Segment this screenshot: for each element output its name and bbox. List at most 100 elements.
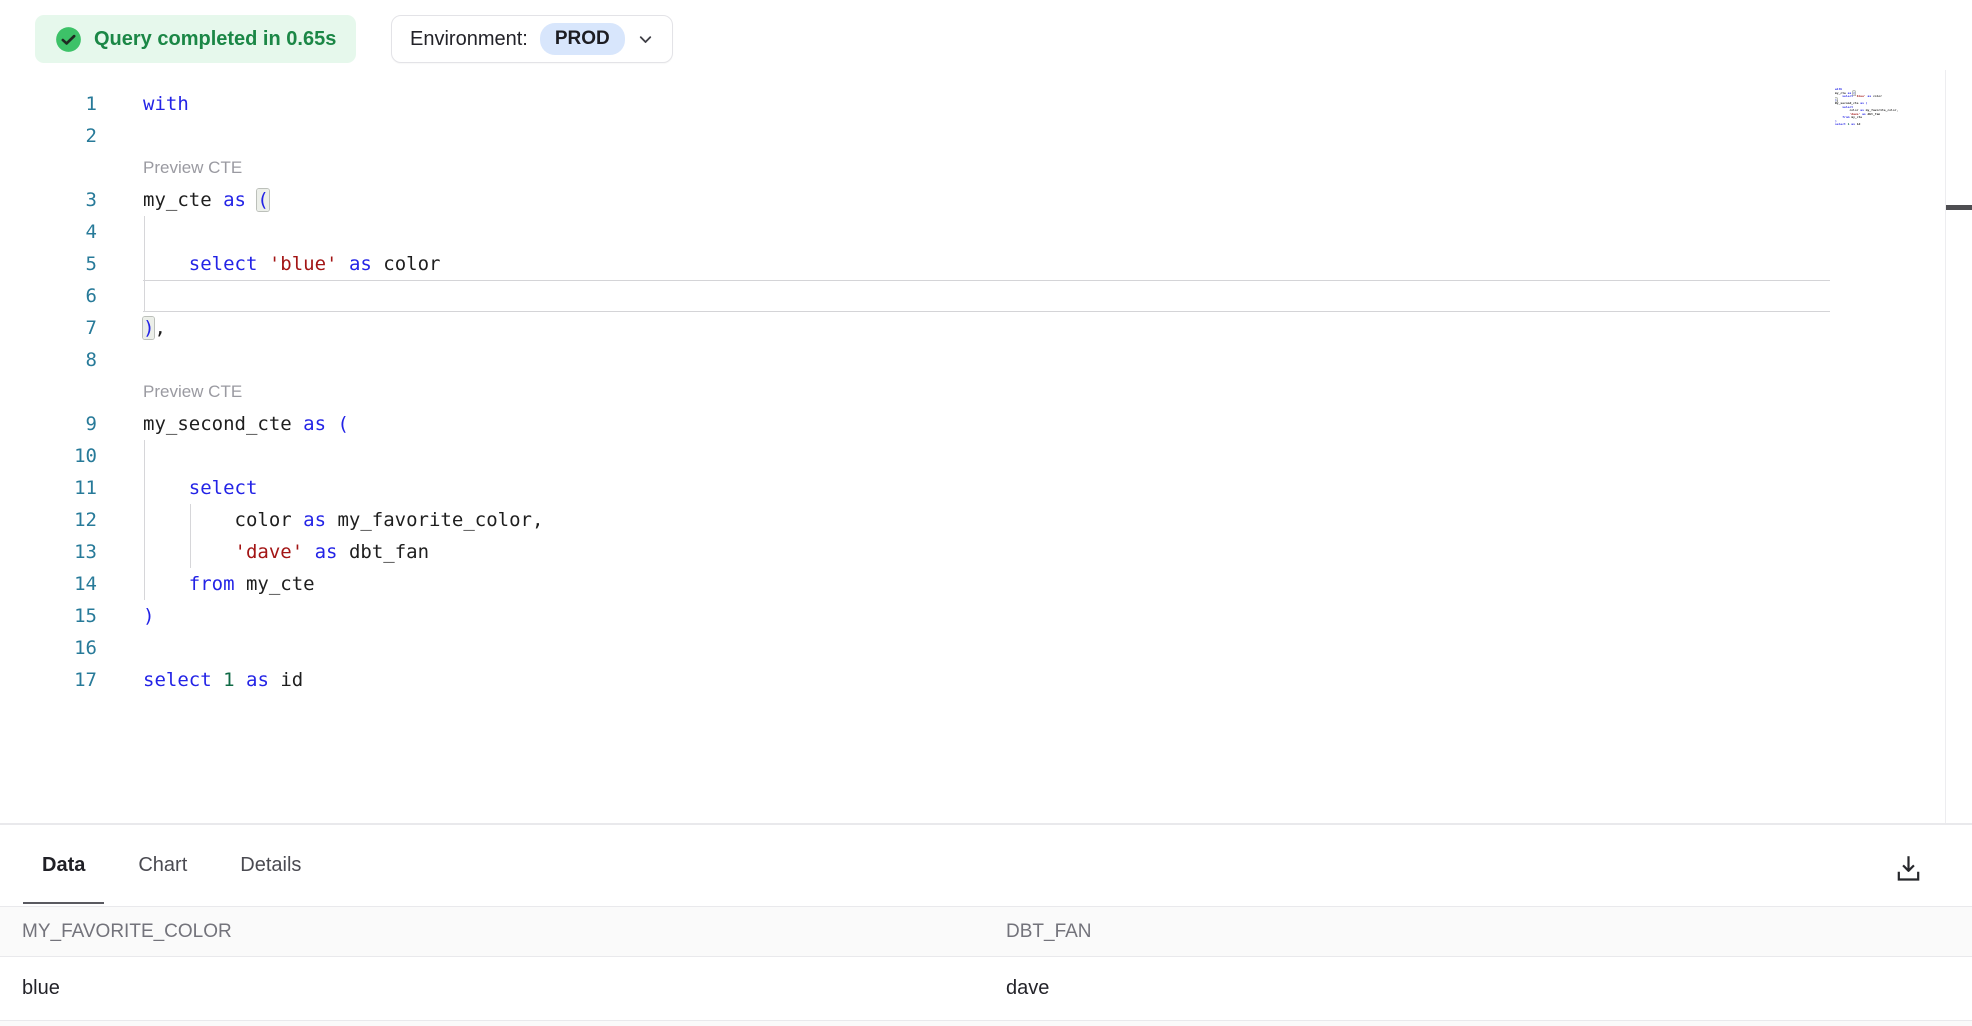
editor-line: 17 select 1 as id xyxy=(0,664,1972,696)
editor-line: 9 my_second_cte as ( xyxy=(0,408,1972,440)
code-token xyxy=(143,541,235,563)
line-number[interactable]: 12 xyxy=(0,504,97,536)
environment-selector[interactable]: Environment: PROD xyxy=(391,15,673,63)
code-line[interactable]: with xyxy=(143,88,1830,120)
code-token: 'dave' xyxy=(235,541,304,563)
table-body: bluedave xyxy=(0,957,1972,1021)
chevron-down-icon xyxy=(637,31,654,48)
code-line[interactable]: my_second_cte as ( xyxy=(143,408,1830,440)
code-line[interactable] xyxy=(143,440,1830,472)
indent-guide-line xyxy=(190,504,191,536)
indent-guide-line xyxy=(144,536,145,568)
code-line[interactable] xyxy=(143,216,1830,248)
table-row: bluedave xyxy=(0,957,1972,1021)
line-number[interactable]: 14 xyxy=(0,568,97,600)
code-token: from xyxy=(189,573,235,595)
code-line[interactable]: from my_cte xyxy=(143,568,1830,600)
code-token xyxy=(303,541,314,563)
query-ide-window: Query completed in 0.65s Environment: PR… xyxy=(0,0,1972,1026)
editor-line: 8 xyxy=(0,344,1972,376)
indent-guide-line xyxy=(144,504,145,536)
code-token xyxy=(326,413,337,435)
code-line[interactable] xyxy=(143,280,1830,312)
download-icon xyxy=(1893,852,1924,885)
line-number[interactable]: 15 xyxy=(0,600,97,632)
editor-line: 16 xyxy=(0,632,1972,664)
indent-guide-line xyxy=(144,568,145,600)
code-token: as xyxy=(349,253,372,275)
line-number[interactable]: 7 xyxy=(0,312,97,344)
indent-guide-line xyxy=(144,280,145,312)
code-line[interactable]: select xyxy=(143,472,1830,504)
code-line[interactable] xyxy=(143,632,1830,664)
code-line[interactable]: select 1 as id xyxy=(143,664,1830,696)
line-number[interactable]: 17 xyxy=(0,664,97,696)
line-number[interactable]: 3 xyxy=(0,184,97,216)
code-token: id xyxy=(269,669,303,691)
editor-rows: 1 with 2 Preview CTE 3 my_cte as ( 45 select '… xyxy=(0,88,1972,696)
code-line[interactable]: ), xyxy=(143,312,1830,344)
editor-line: 10 xyxy=(0,440,1972,472)
line-number[interactable]: 13 xyxy=(0,536,97,568)
editor-line: 7), xyxy=(0,312,1972,344)
editor-line: 14 from my_cte xyxy=(0,568,1972,600)
environment-value-badge: PROD xyxy=(540,23,625,55)
code-token: color xyxy=(143,509,303,531)
line-number[interactable]: 9 xyxy=(0,408,97,440)
column-header: MY_FAVORITE_COLOR xyxy=(0,921,984,943)
line-number[interactable]: 11 xyxy=(0,472,97,504)
code-line[interactable]: my_cte as ( xyxy=(143,184,1830,216)
line-number[interactable]: 5 xyxy=(0,248,97,280)
preview-cte-button[interactable]: Preview CTE xyxy=(143,158,242,178)
tab-chart[interactable]: Chart xyxy=(119,825,206,906)
code-token: my_favorite_color, xyxy=(326,509,543,531)
code-token: with xyxy=(143,93,189,115)
line-number[interactable]: 4 xyxy=(0,216,97,248)
preview-cte-button[interactable]: Preview CTE xyxy=(143,382,242,402)
scrollbar-cursor-marker xyxy=(1946,205,1972,210)
code-line[interactable] xyxy=(143,120,1830,152)
preview-cte-row: Preview CTE xyxy=(0,376,1972,408)
editor-line: 15) xyxy=(0,600,1972,632)
code-line[interactable]: 'dave' as dbt_fan xyxy=(143,536,1830,568)
code-token: dbt_fan xyxy=(338,541,430,563)
code-line[interactable]: color as my_favorite_color, xyxy=(143,504,1830,536)
code-token: as xyxy=(223,189,246,211)
code-line[interactable]: select 'blue' as color xyxy=(143,248,1830,280)
indent-guide-line xyxy=(144,216,145,248)
code-line[interactable] xyxy=(143,344,1830,376)
minimap-line: select 1 as id xyxy=(1835,123,1913,127)
line-number[interactable]: 16 xyxy=(0,632,97,664)
code-token xyxy=(246,189,257,211)
sql-editor[interactable]: 1 with 2 Preview CTE 3 my_cte as ( 45 select '… xyxy=(0,70,1972,823)
line-number[interactable]: 1 xyxy=(0,88,97,120)
code-token: ) xyxy=(143,317,154,339)
code-line[interactable]: ) xyxy=(143,600,1830,632)
code-token xyxy=(235,669,246,691)
editor-scrollbar[interactable] xyxy=(1945,70,1972,823)
editor-minimap[interactable]: withmy_cte as ( select 'blue' as color),… xyxy=(1835,88,1913,160)
line-number[interactable]: 2 xyxy=(0,120,97,152)
tab-data[interactable]: Data xyxy=(23,825,104,906)
code-token: 1 xyxy=(223,669,234,691)
code-token xyxy=(143,477,189,499)
code-token xyxy=(212,669,223,691)
table-header-row: MY_FAVORITE_COLORDBT_FAN xyxy=(0,907,1972,957)
editor-line: 1 with xyxy=(0,88,1972,120)
line-number[interactable]: 6 xyxy=(0,280,97,312)
code-token: 'blue' xyxy=(269,253,338,275)
table-cell: dave xyxy=(984,977,1972,1000)
code-token: my_second_cte xyxy=(143,413,303,435)
code-token: select xyxy=(143,669,212,691)
download-results-button[interactable] xyxy=(1891,848,1925,888)
query-status-badge: Query completed in 0.65s xyxy=(35,15,356,63)
code-token: as xyxy=(315,541,338,563)
code-token: ) xyxy=(143,605,154,627)
table-cell: blue xyxy=(0,977,984,1000)
tab-details[interactable]: Details xyxy=(221,825,320,906)
editor-line: 2 xyxy=(0,120,1972,152)
line-number[interactable]: 8 xyxy=(0,344,97,376)
toolbar: Query completed in 0.65s Environment: PR… xyxy=(0,0,1972,70)
query-status-text: Query completed in 0.65s xyxy=(94,28,336,51)
line-number[interactable]: 10 xyxy=(0,440,97,472)
